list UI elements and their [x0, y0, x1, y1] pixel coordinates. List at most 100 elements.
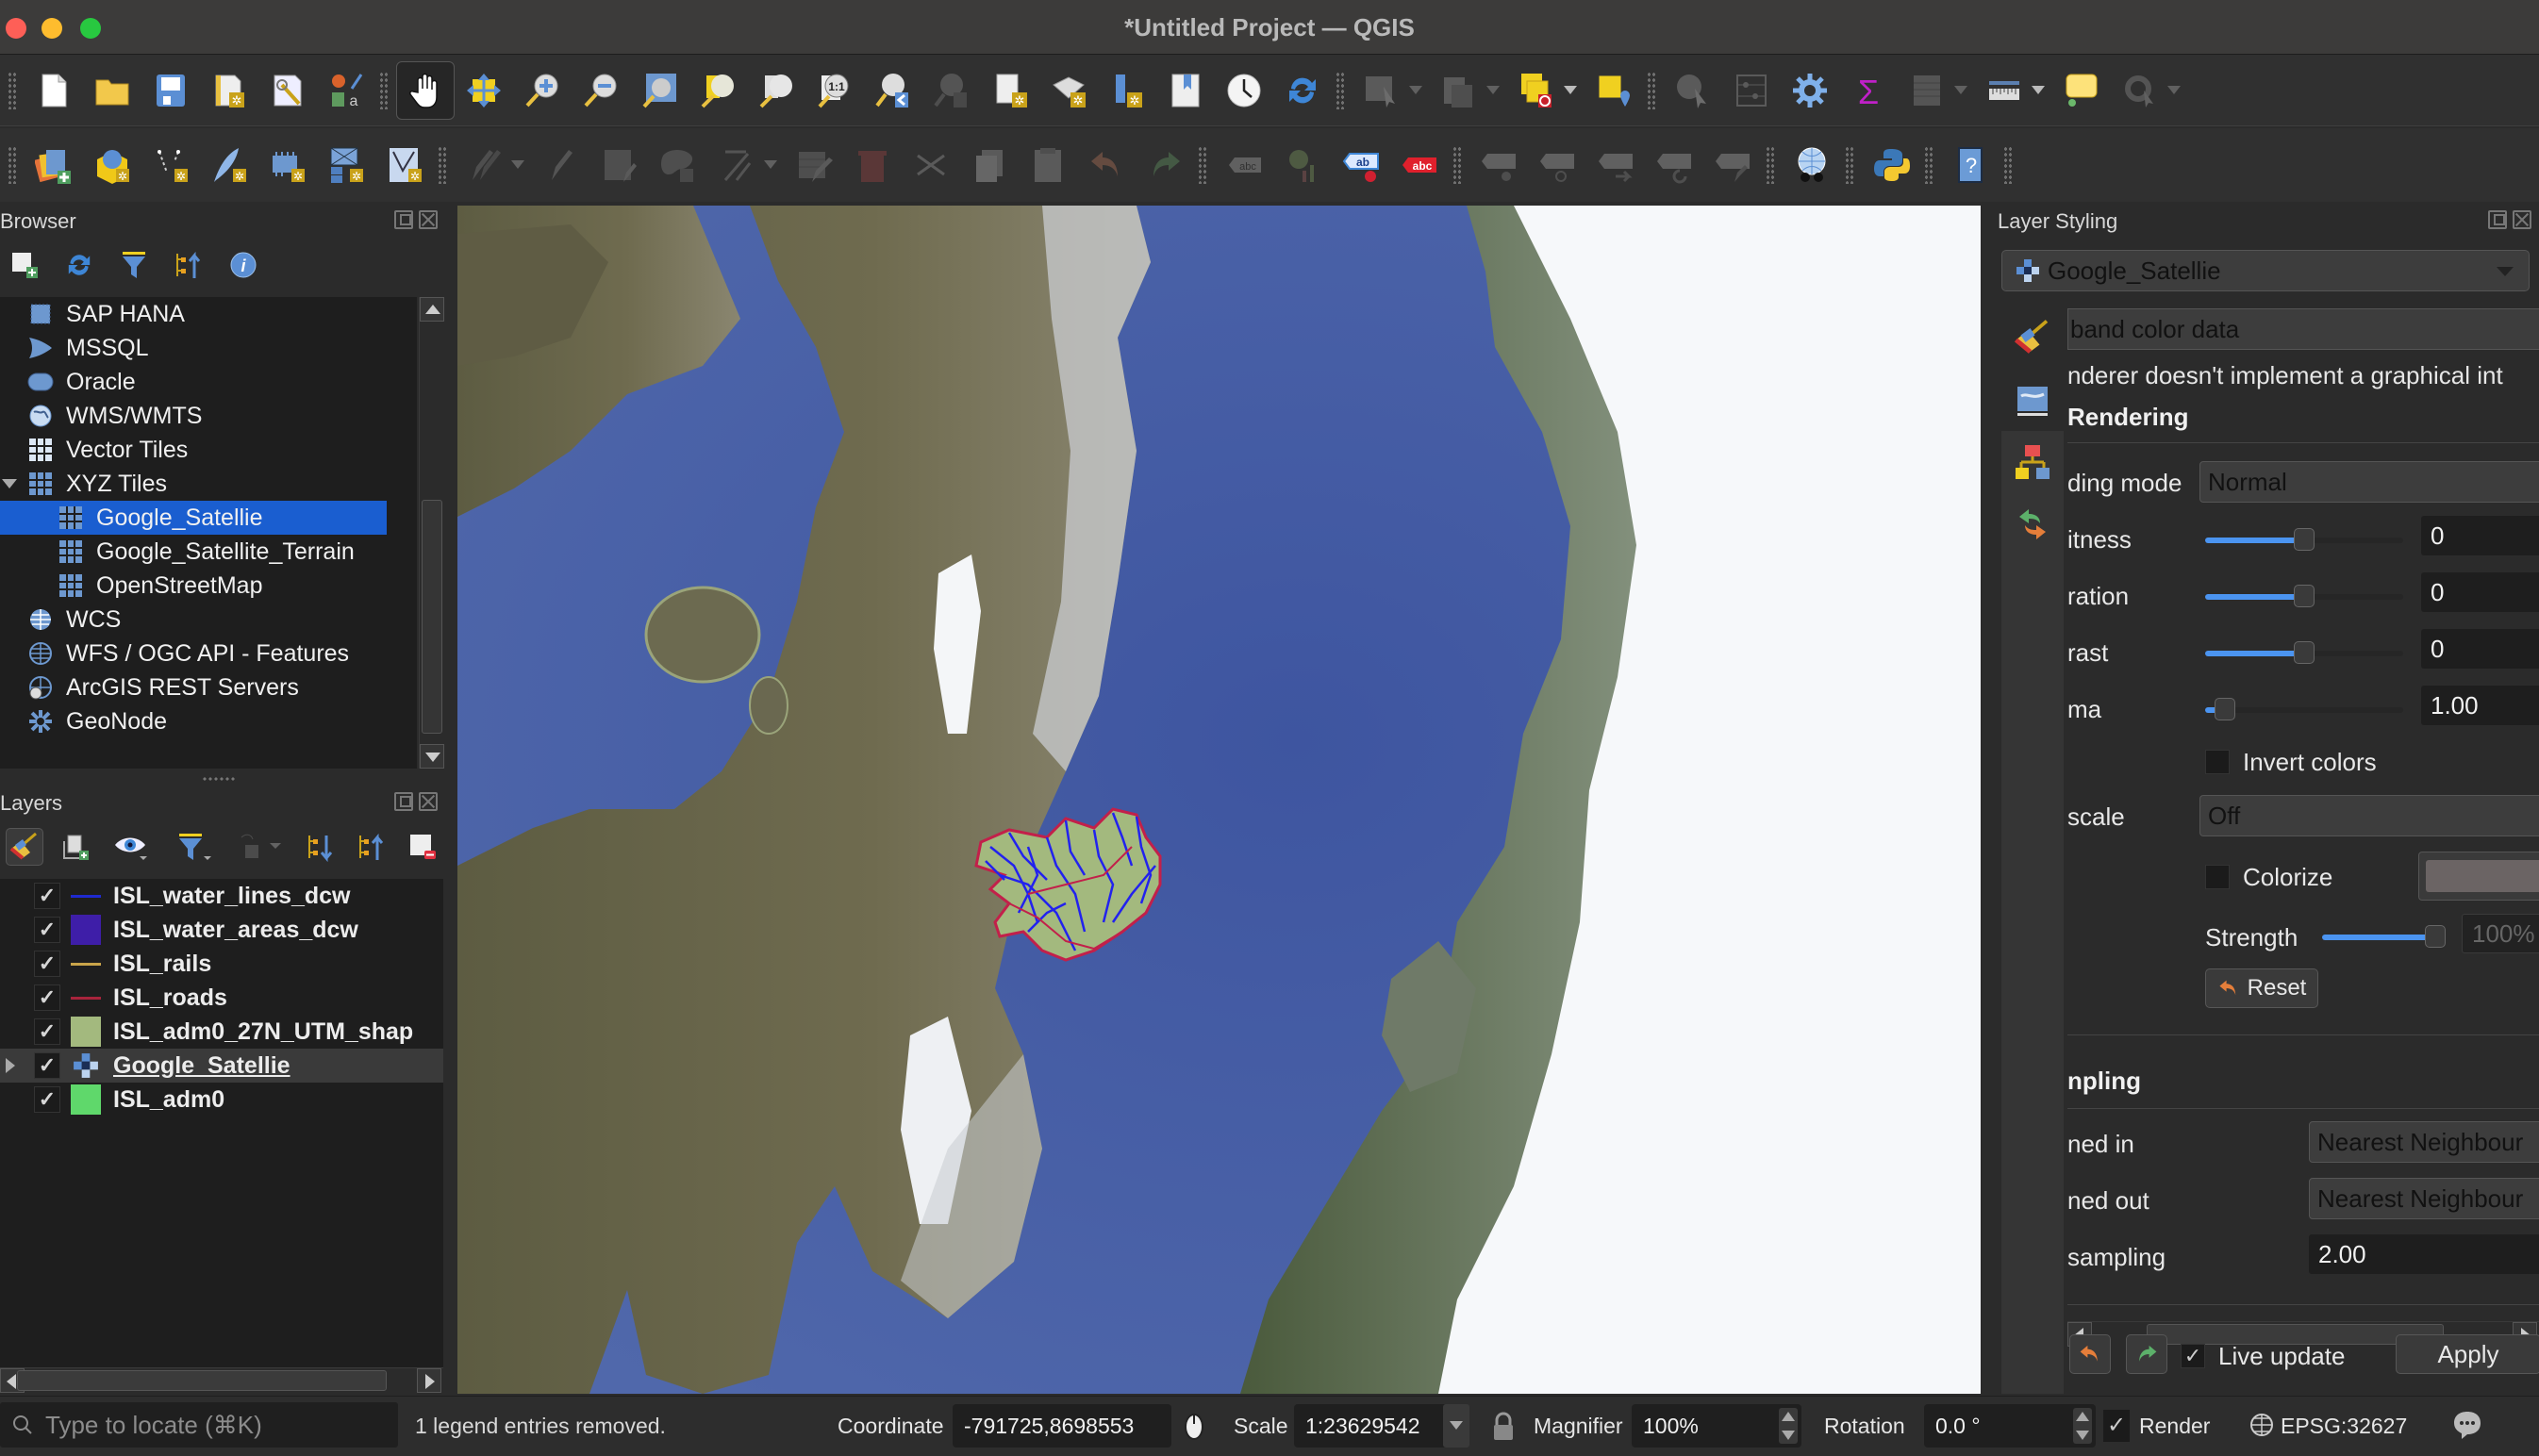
collapse-all-button[interactable] [353, 828, 390, 866]
zoomed-in-resampling-combobox[interactable]: Nearest Neighbour [2309, 1121, 2539, 1163]
live-update-checkbox[interactable]: ✓ [2181, 1344, 2205, 1368]
contrast-spinbox[interactable]: 0 [2421, 629, 2539, 669]
new-project-button[interactable] [25, 61, 83, 120]
python-console-button[interactable] [1862, 136, 1920, 194]
browser-item[interactable]: XYZ Tiles [0, 467, 417, 501]
measure-line-button[interactable] [1975, 61, 2045, 120]
contrast-slider[interactable] [2205, 641, 2403, 664]
rotation-spinbox[interactable]: 0.0 ° [1924, 1404, 2096, 1448]
diagram-options-button[interactable] [1273, 136, 1332, 194]
brightness-spinbox[interactable]: 0 [2421, 516, 2539, 555]
expand-all-button[interactable] [302, 828, 340, 866]
slider-handle[interactable] [2294, 585, 2315, 607]
modify-attributes-button[interactable] [785, 136, 843, 194]
zoom-last-button[interactable] [864, 61, 922, 120]
zoom-to-layer-button[interactable] [747, 61, 805, 120]
current-edits-button[interactable] [455, 136, 524, 194]
browser-item[interactable]: OpenStreetMap [0, 569, 417, 603]
browser-scrollbar[interactable] [419, 297, 445, 769]
new-map-view-button[interactable] [1156, 61, 1215, 120]
select-by-attribute-button[interactable] [1430, 61, 1500, 120]
strength-slider[interactable] [2322, 925, 2446, 948]
help-contents-button[interactable]: ? [1941, 136, 2000, 194]
show-spatial-bookmarks-button[interactable]: ✲ [1039, 61, 1098, 120]
digitize-polygon-button[interactable] [649, 136, 707, 194]
add-selected-layers-button[interactable] [6, 246, 43, 284]
processing-toolbox-button[interactable] [1781, 61, 1839, 120]
new-geopackage-layer-button[interactable]: ✲ [83, 136, 141, 194]
tab-histogram[interactable] [2001, 431, 2064, 493]
copy-features-button[interactable] [960, 136, 1019, 194]
browser-item[interactable]: GeoNode [0, 704, 417, 738]
layer-visibility-checkbox[interactable]: ✓ [34, 883, 60, 909]
browser-item[interactable]: Google_Satellie [0, 501, 387, 535]
undo-style-button[interactable] [2069, 1334, 2111, 1374]
browser-item[interactable]: SAP HANA [0, 297, 417, 331]
paste-features-button[interactable] [1019, 136, 1077, 194]
oversampling-spinbox[interactable]: 2.00 [2309, 1234, 2539, 1274]
invert-colors-checkbox[interactable] [2205, 750, 2230, 774]
add-group-button[interactable] [57, 828, 94, 866]
lock-scale-button[interactable] [1492, 1412, 1515, 1448]
zoomed-out-resampling-combobox[interactable]: Nearest Neighbour [2309, 1178, 2539, 1219]
filter-browser-button[interactable] [115, 246, 153, 284]
statistical-summary-button[interactable]: Σ [1839, 61, 1898, 120]
zoom-out-button[interactable] [572, 61, 630, 120]
layout-manager-button[interactable] [258, 61, 317, 120]
select-by-location-button[interactable] [1585, 61, 1643, 120]
layer-labeling-options-button[interactable]: ab [1332, 136, 1390, 194]
browser-item[interactable]: Google_Satellite_Terrain [0, 535, 417, 569]
toggle-editing-button[interactable] [532, 136, 590, 194]
toggle-extents-button[interactable] [1181, 1410, 1207, 1448]
magnifier-spinbox[interactable]: 100% [1632, 1404, 1801, 1448]
zoom-native-resolution-button[interactable]: 1:1 [805, 61, 864, 120]
pin-unpin-labels-button[interactable] [1469, 136, 1528, 194]
expand-arrow-icon[interactable] [6, 1058, 15, 1073]
renderer-type-combobox[interactable]: band color data [2067, 308, 2539, 350]
undo-button[interactable] [1077, 136, 1136, 194]
new-3d-map-view-button[interactable]: ✲ [1098, 61, 1156, 120]
open-layer-styling-button[interactable] [6, 828, 43, 866]
browser-item[interactable]: WCS [0, 603, 417, 637]
map-canvas[interactable] [457, 206, 1981, 1394]
label-toolbar-button[interactable]: abc [1215, 136, 1273, 194]
new-virtual-layer-button[interactable]: ✲ [258, 136, 317, 194]
toolbar-grip[interactable] [1766, 146, 1775, 184]
toolbar-grip[interactable] [438, 146, 447, 184]
pan-to-selection-button[interactable] [455, 61, 513, 120]
delete-selected-button[interactable] [843, 136, 902, 194]
data-source-manager-button[interactable] [25, 136, 83, 194]
toolbar-grip[interactable] [1845, 146, 1854, 184]
scroll-down-button[interactable] [420, 744, 444, 769]
toolbar-grip[interactable] [1452, 146, 1462, 184]
new-shapefile-layer-button[interactable]: ✲ [141, 136, 200, 194]
zoom-to-selection-button[interactable] [689, 61, 747, 120]
select-features-button[interactable] [1352, 61, 1422, 120]
browser-item[interactable]: Oracle [0, 365, 417, 399]
toolbar-grip[interactable] [379, 71, 389, 109]
redo-button[interactable] [1136, 136, 1194, 194]
reset-button[interactable]: Reset [2205, 968, 2318, 1008]
spin-arrows[interactable] [2073, 1408, 2092, 1444]
identify-features-button[interactable] [1664, 61, 1722, 120]
layer-item[interactable]: ✓ ISL_adm0 [0, 1083, 443, 1117]
scroll-up-button[interactable] [420, 297, 444, 322]
metasearch-button[interactable] [1783, 136, 1841, 194]
open-project-button[interactable] [83, 61, 141, 120]
browser-item[interactable]: ArcGIS REST Servers [0, 670, 417, 704]
zoom-next-button[interactable] [922, 61, 981, 120]
zoom-full-button[interactable] [630, 61, 689, 120]
pan-map-button[interactable] [396, 60, 455, 120]
remove-layer-button[interactable] [404, 828, 441, 866]
refresh-browser-button[interactable] [60, 246, 98, 284]
enable-properties-button[interactable]: i [224, 246, 262, 284]
highlight-pinned-labels-button[interactable]: abc [1390, 136, 1449, 194]
style-manager-button[interactable]: a [317, 61, 375, 120]
panel-splitter-handle[interactable] [202, 776, 236, 782]
layer-item[interactable]: ✓ ISL_rails [0, 947, 443, 981]
scrollbar-thumb[interactable] [422, 500, 442, 734]
browser-item[interactable]: MSSQL [0, 331, 417, 365]
tab-history[interactable] [2001, 493, 2064, 555]
save-project-button[interactable] [141, 61, 200, 120]
render-checkbox[interactable]: ✓ [2103, 1410, 2130, 1442]
